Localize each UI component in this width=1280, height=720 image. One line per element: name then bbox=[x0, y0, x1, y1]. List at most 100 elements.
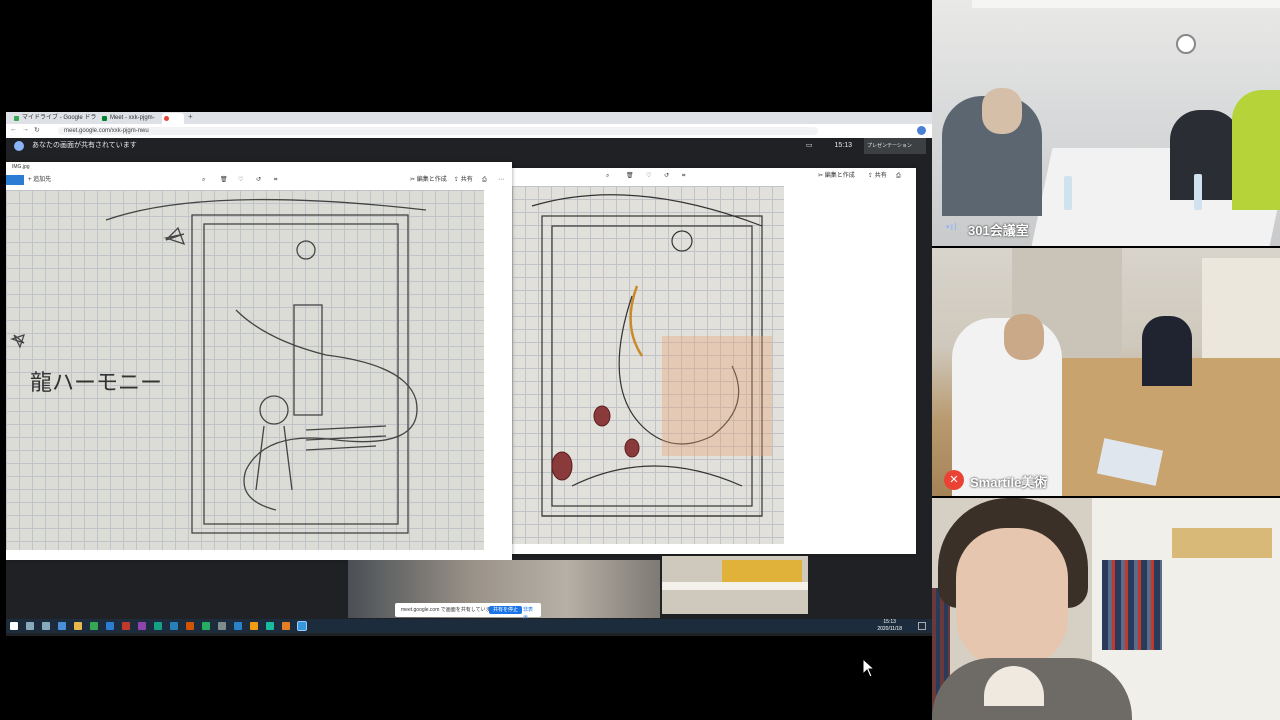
share-button[interactable]: ⇪ 共有 bbox=[454, 172, 473, 188]
browser-tab[interactable]: Meet - xxk-pjgm-nwu bbox=[100, 113, 160, 132]
participant-tile[interactable] bbox=[932, 498, 1280, 720]
crop-icon[interactable]: ⌗ bbox=[274, 172, 277, 188]
photos-window-right: ⌕ 🗑 ♡ ↺ ⌗ ✂ 編集と作成 ⇪ 共有 ⎙ bbox=[506, 168, 916, 554]
meet-clock: ▭ 15:13 bbox=[806, 138, 852, 154]
toast-text: meet.google.com で画面を共有しています。 bbox=[401, 607, 501, 613]
more-icon[interactable]: ⋯ bbox=[498, 172, 504, 188]
shelf-box bbox=[1172, 528, 1272, 558]
shelf-board bbox=[662, 582, 808, 590]
app-icon[interactable] bbox=[122, 622, 130, 630]
presenting-banner: あなたの画面が共有されています bbox=[6, 138, 932, 154]
hide-button[interactable]: 非表示 bbox=[519, 606, 541, 621]
chrome-icon[interactable] bbox=[90, 622, 98, 630]
edit-create-label: 編集と作成 bbox=[416, 177, 447, 183]
speaking-indicator-icon: •ıl bbox=[946, 222, 958, 233]
app-icon[interactable] bbox=[218, 622, 226, 630]
app-icon[interactable] bbox=[58, 622, 66, 630]
edit-create-button[interactable]: ✂ 編集と作成 bbox=[818, 168, 855, 184]
photos-icon[interactable] bbox=[297, 621, 307, 631]
app-icon[interactable] bbox=[186, 622, 194, 630]
participant-tile[interactable]: •ıl 301会議室 bbox=[932, 0, 1280, 246]
stop-sharing-button[interactable]: 共有を停止 bbox=[489, 606, 523, 614]
rotate-icon[interactable]: ↺ bbox=[664, 168, 669, 184]
delete-icon[interactable]: 🗑 bbox=[220, 172, 228, 188]
app-icon[interactable] bbox=[202, 622, 210, 630]
recording-dot-icon bbox=[164, 116, 169, 121]
address-field[interactable]: meet.google.com/xxk-pjgm-nwu bbox=[58, 127, 818, 135]
app-icon[interactable] bbox=[170, 622, 178, 630]
participant-person bbox=[1170, 110, 1240, 200]
rotate-icon[interactable]: ↺ bbox=[256, 172, 261, 188]
edit-create-label: 編集と作成 bbox=[824, 173, 855, 179]
share-label: 共有 bbox=[460, 177, 473, 183]
sketch-caption: 龍ハーモニー bbox=[30, 371, 162, 396]
browser-tab-strip: マイドライブ - Google ドライブ Meet - xxk-pjgm-nwu… bbox=[6, 112, 932, 132]
wall-clock-icon bbox=[1176, 34, 1196, 54]
app-icon[interactable] bbox=[154, 622, 162, 630]
notification-icon[interactable] bbox=[918, 622, 926, 630]
edge-icon[interactable] bbox=[234, 622, 242, 630]
chat-icon[interactable]: ▭ bbox=[806, 142, 813, 149]
app-icon[interactable] bbox=[250, 622, 258, 630]
crop-icon[interactable]: ⌗ bbox=[682, 168, 685, 184]
meet-icon bbox=[102, 116, 107, 121]
books bbox=[1102, 560, 1162, 650]
delete-icon[interactable]: 🗑 bbox=[626, 168, 634, 184]
photos-toolbar: + 追加先 ⌕ 🗑 ♡ ↺ ⌗ ✂ 編集と作成 ⇪ 共有 ⎙ ⋯ bbox=[6, 172, 512, 188]
shelf-box bbox=[722, 560, 802, 582]
taskbar-date: 2020/11/18 bbox=[877, 626, 902, 632]
zoom-icon[interactable]: ⌕ bbox=[606, 168, 609, 184]
participant-face bbox=[956, 528, 1068, 668]
taskbar-time: 15:13 bbox=[883, 619, 896, 625]
drive-icon bbox=[14, 116, 19, 121]
start-icon[interactable] bbox=[10, 622, 18, 630]
share-button[interactable]: ⇪ 共有 bbox=[868, 168, 887, 184]
add-to-button[interactable]: + 追加先 bbox=[28, 172, 51, 188]
edit-create-button[interactable]: ✂ 編集と作成 bbox=[410, 172, 447, 188]
app-icon[interactable] bbox=[266, 622, 274, 630]
presenting-text: あなたの画面が共有されています bbox=[32, 142, 137, 149]
favorite-icon[interactable]: ♡ bbox=[238, 172, 243, 188]
folder-icon[interactable] bbox=[74, 622, 82, 630]
photos-window-left: IMG.jpg + 追加先 ⌕ 🗑 ♡ ↺ ⌗ ✂ 編集と作成 ⇪ 共有 ⎙ ⋯ bbox=[6, 162, 512, 560]
water-bottle bbox=[1064, 176, 1072, 210]
back-icon[interactable]: ← bbox=[10, 126, 17, 133]
presenter-camera-shelf bbox=[662, 556, 808, 614]
print-icon[interactable]: ⎙ bbox=[482, 172, 487, 188]
task-view-icon[interactable] bbox=[42, 622, 50, 630]
share-label: 共有 bbox=[874, 173, 887, 179]
taskbar: 15:13 2020/11/18 bbox=[6, 619, 932, 633]
window-title: IMG.jpg bbox=[12, 164, 30, 170]
participant-tile[interactable]: ✕ Smartile美術 bbox=[932, 248, 1280, 496]
pencil-sketch-image: 龍ハーモニー bbox=[6, 190, 484, 550]
mouse-cursor-icon bbox=[862, 658, 876, 678]
avatar bbox=[14, 141, 24, 151]
app-icon bbox=[6, 175, 24, 185]
participant-face bbox=[1004, 314, 1044, 360]
sketch-drawing bbox=[531, 194, 772, 517]
muted-mic-icon: ✕ bbox=[944, 470, 964, 490]
sketch-drawing: 龍ハーモニー bbox=[10, 198, 427, 534]
favorite-icon[interactable]: ♡ bbox=[646, 168, 651, 184]
taskbar-clock[interactable]: 15:13 2020/11/18 bbox=[877, 619, 902, 633]
participant-person bbox=[1142, 316, 1192, 386]
browser-tab[interactable]: マイドライブ - Google ドライブ bbox=[12, 113, 98, 132]
browser-tab-active[interactable] bbox=[162, 113, 184, 124]
app-icon[interactable] bbox=[138, 622, 146, 630]
water-bottle bbox=[1194, 174, 1202, 210]
color-sketch-image bbox=[512, 186, 784, 544]
participant-name: 301会議室 bbox=[968, 223, 1029, 238]
participant-name: Smartile美術 bbox=[970, 475, 1048, 490]
participant-face bbox=[982, 88, 1022, 134]
app-icon[interactable] bbox=[282, 622, 290, 630]
print-icon[interactable]: ⎙ bbox=[896, 168, 901, 184]
new-tab-icon[interactable]: + bbox=[188, 112, 193, 121]
reload-icon[interactable]: ↻ bbox=[34, 126, 40, 134]
app-icon[interactable] bbox=[106, 622, 114, 630]
forward-icon[interactable]: → bbox=[22, 126, 29, 133]
ceiling bbox=[972, 0, 1280, 8]
profile-avatar[interactable] bbox=[917, 126, 926, 135]
zoom-icon[interactable]: ⌕ bbox=[202, 172, 205, 188]
clock-text: 15:13 bbox=[834, 142, 852, 149]
search-icon[interactable] bbox=[26, 622, 34, 630]
